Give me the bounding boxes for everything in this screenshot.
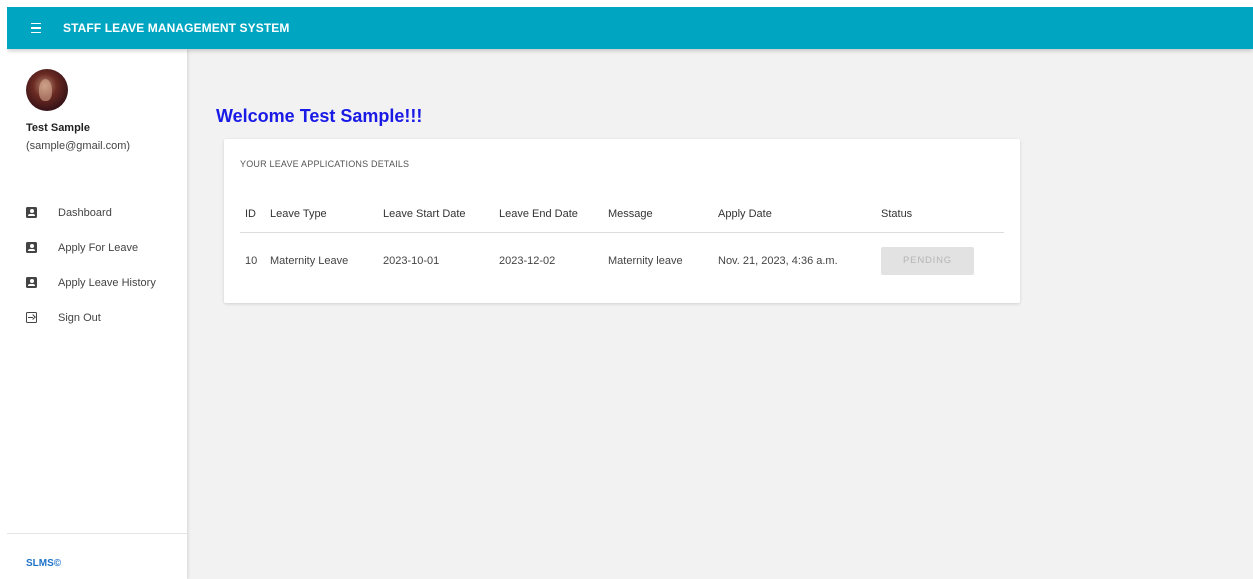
cell-id: 10 bbox=[245, 254, 258, 267]
column-header-leave-start-date: Leave Start Date bbox=[383, 197, 499, 233]
footer-brand-link[interactable]: SLMS© bbox=[26, 558, 61, 569]
column-header-leave-end-date: Leave End Date bbox=[499, 197, 608, 233]
account-box-icon bbox=[26, 277, 37, 288]
column-header-message: Message bbox=[608, 197, 718, 233]
app-frame: STAFF LEAVE MANAGEMENT SYSTEM Test Sampl… bbox=[7, 7, 1253, 579]
sidebar-footer: SLMS© bbox=[7, 533, 187, 579]
cell-end-date: 2023-12-02 bbox=[499, 254, 556, 267]
column-header-id: ID bbox=[240, 197, 270, 233]
sidebar-item-label: Dashboard bbox=[58, 206, 112, 219]
app-title: STAFF LEAVE MANAGEMENT SYSTEM bbox=[63, 21, 290, 35]
table-header-row: ID Leave Type Leave Start Date Leave End… bbox=[240, 197, 1004, 233]
table-row: 10 Maternity Leave 2023-10-01 2023-12-02… bbox=[240, 232, 1004, 289]
account-box-icon bbox=[26, 242, 37, 253]
leave-applications-table: ID Leave Type Leave Start Date Leave End… bbox=[240, 197, 1004, 289]
column-header-leave-type: Leave Type bbox=[270, 197, 383, 233]
user-email: (sample@gmail.com) bbox=[26, 140, 131, 152]
app-bar: STAFF LEAVE MANAGEMENT SYSTEM bbox=[7, 7, 1253, 49]
column-header-status: Status bbox=[881, 197, 1004, 233]
sidebar-item-dashboard[interactable]: Dashboard bbox=[7, 195, 187, 230]
cell-message: Maternity leave bbox=[608, 254, 683, 267]
cell-start-date: 2023-10-01 bbox=[383, 254, 440, 267]
status-badge: PENDING bbox=[881, 246, 974, 275]
sidebar-item-label: Apply For Leave bbox=[58, 241, 139, 254]
user-name: Test Sample bbox=[26, 122, 90, 134]
sidebar-item-label: Sign Out bbox=[58, 311, 101, 324]
hamburger-menu-icon[interactable] bbox=[19, 7, 53, 49]
account-box-icon bbox=[26, 207, 37, 218]
card-title: YOUR LEAVE APPLICATIONS DETAILS bbox=[240, 159, 410, 169]
cell-apply-date: Nov. 21, 2023, 4:36 a.m. bbox=[718, 254, 838, 267]
cell-leave-type: Maternity Leave bbox=[270, 254, 349, 267]
sidebar-item-sign-out[interactable]: Sign Out bbox=[7, 300, 187, 335]
welcome-heading: Welcome Test Sample!!! bbox=[216, 106, 423, 126]
sidebar-nav: Dashboard Apply For Leave Apply Leave Hi… bbox=[7, 195, 187, 335]
leave-applications-card: YOUR LEAVE APPLICATIONS DETAILS ID Leave… bbox=[224, 139, 1020, 303]
avatar bbox=[26, 69, 68, 111]
sidebar-item-apply-leave-history[interactable]: Apply Leave History bbox=[7, 265, 187, 300]
sidebar: Test Sample (sample@gmail.com) Dashboard… bbox=[7, 49, 187, 579]
column-header-apply-date: Apply Date bbox=[718, 197, 881, 233]
sidebar-item-apply-for-leave[interactable]: Apply For Leave bbox=[7, 230, 187, 265]
exit-to-app-icon bbox=[26, 312, 37, 323]
sidebar-item-label: Apply Leave History bbox=[58, 276, 156, 289]
cell-status: PENDING bbox=[881, 232, 1004, 289]
